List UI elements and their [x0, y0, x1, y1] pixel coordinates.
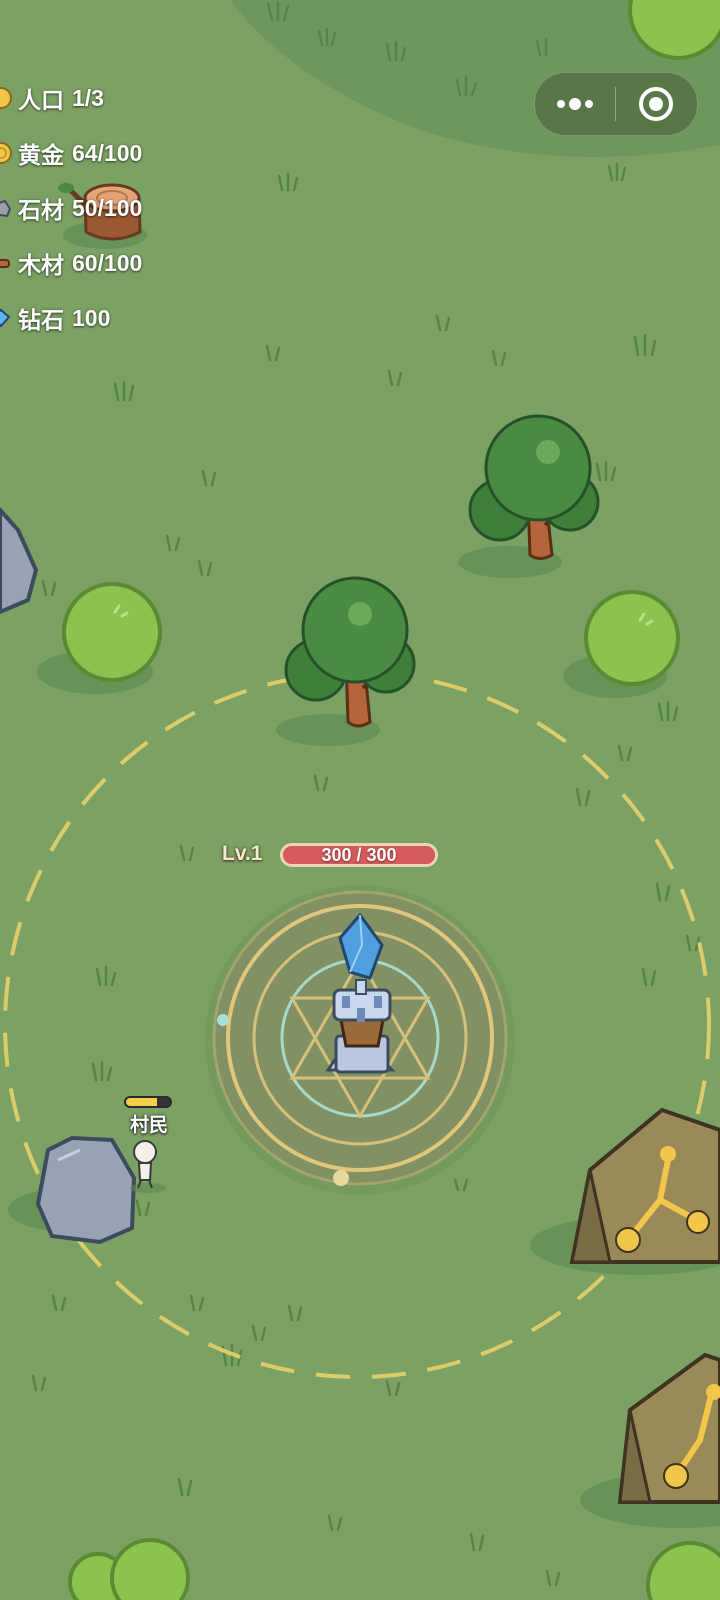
diamond-value: 100 — [72, 304, 111, 331]
stone-label: 石材 — [18, 197, 64, 223]
more-dots-icon — [557, 98, 593, 110]
population-row: 人口 1/3 — [0, 80, 104, 116]
stone-value: 50/100 — [72, 194, 143, 221]
game-world[interactable] — [0, 0, 720, 1600]
stone-row: 石材 50/100 — [0, 190, 142, 226]
diamond-row: 钻石 100 — [0, 300, 110, 336]
wood-label: 木材 — [18, 252, 64, 278]
villager-energy-bar — [124, 1096, 172, 1108]
population-label: 人口 — [18, 87, 64, 113]
tower-hp-bar: 300 / 300 — [280, 843, 438, 867]
miniprogram-capsule — [534, 72, 698, 136]
wood-row: 木材 60/100 — [0, 245, 142, 281]
wood-value: 60/100 — [72, 249, 143, 276]
diamond-label: 钻石 — [18, 307, 64, 333]
population-value: 1/3 — [72, 84, 104, 111]
gold-value: 64/100 — [72, 139, 143, 166]
population-icon — [0, 87, 12, 109]
diamond-icon — [0, 308, 11, 328]
villager-name: 村民 — [129, 1115, 168, 1136]
wood-icon — [0, 259, 10, 268]
close-target-icon — [639, 87, 673, 121]
close-button[interactable] — [616, 73, 696, 135]
gold-label: 黄金 — [18, 142, 64, 168]
gold-coin-icon — [0, 142, 12, 164]
stone-icon — [0, 199, 12, 218]
tower-hp-text: 300 / 300 — [321, 844, 397, 865]
villager-energy-fill — [126, 1098, 157, 1106]
more-button[interactable] — [535, 73, 615, 135]
tower-level: Lv.1 — [222, 842, 263, 865]
gold-row: 黄金 64/100 — [0, 135, 142, 171]
